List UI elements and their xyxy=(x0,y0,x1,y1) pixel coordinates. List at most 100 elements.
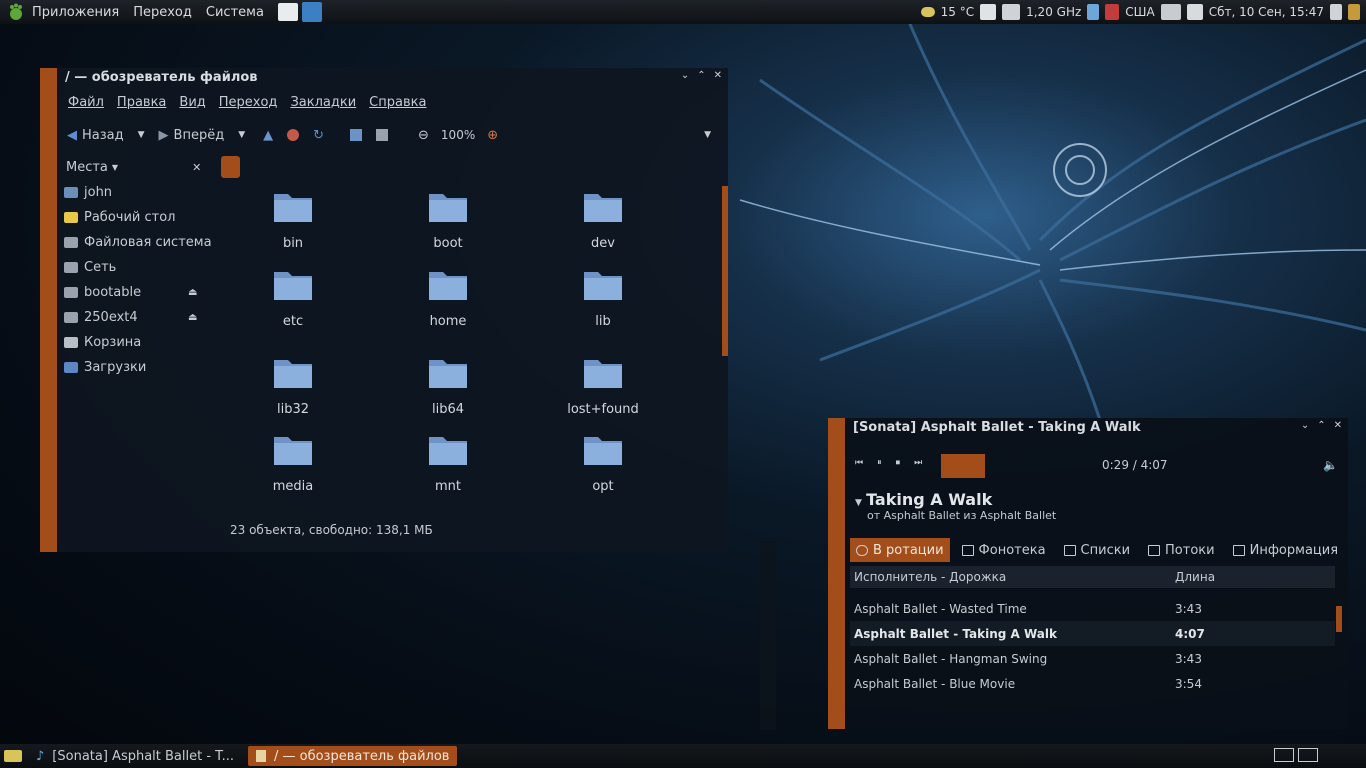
memory-monitor-icon[interactable] xyxy=(1002,4,1021,20)
menu-go[interactable]: Переход xyxy=(219,95,278,110)
sonata-tab[interactable]: Потоки xyxy=(1142,538,1221,562)
sidebar-item[interactable]: bootable ⏏ xyxy=(60,280,240,305)
system-menu[interactable]: Система xyxy=(206,5,264,20)
stop-icon[interactable]: ⏹ xyxy=(896,458,901,468)
workspace-1[interactable] xyxy=(1274,748,1294,762)
maximize-icon[interactable]: ⌃ xyxy=(1317,420,1325,431)
volume-icon[interactable]: 🔈 xyxy=(1323,458,1338,472)
folder-item[interactable]: lost+found xyxy=(558,354,648,417)
close-icon[interactable]: ✕ xyxy=(714,70,722,81)
update-notifier-icon[interactable] xyxy=(1105,4,1120,20)
minimize-icon[interactable]: ⌄ xyxy=(1301,420,1309,431)
column-length[interactable]: Длина xyxy=(1175,570,1215,584)
network-icon[interactable] xyxy=(1160,4,1181,20)
task-sonata[interactable]: ♪ [Sonata] Asphalt Ballet - T... xyxy=(28,746,242,766)
zoom-out-icon[interactable]: ⊖ xyxy=(418,128,429,143)
folder-item[interactable]: dev xyxy=(558,188,648,251)
eject-icon[interactable]: ⏏ xyxy=(188,287,197,298)
playlist-row[interactable]: Asphalt Ballet - Wasted Time 3:43 xyxy=(850,596,1335,621)
gnome-foot-icon[interactable] xyxy=(6,2,26,22)
menu-edit[interactable]: Правка xyxy=(117,95,166,110)
next-track-icon[interactable]: ⏭ xyxy=(914,458,922,468)
shutdown-icon[interactable] xyxy=(1348,4,1360,20)
weather-label[interactable]: 15 °C xyxy=(941,5,974,19)
menu-file[interactable]: Файл xyxy=(68,95,104,110)
sonata-tab[interactable]: Информация xyxy=(1227,538,1344,562)
column-track[interactable]: Исполнитель - Дорожка xyxy=(850,570,1175,584)
cpu-frequency[interactable]: 1,20 GHz xyxy=(1026,5,1081,19)
back-button[interactable]: ◀ Назад xyxy=(67,128,124,143)
sidebar-item[interactable]: Загрузки xyxy=(60,355,240,380)
zoom-in-icon[interactable]: ⊕ xyxy=(487,128,498,143)
up-arrow-icon[interactable]: ▲ xyxy=(263,128,273,143)
home-launcher-icon[interactable] xyxy=(277,3,298,21)
folder-item[interactable]: lib32 xyxy=(248,354,338,417)
sonata-tab[interactable]: Списки xyxy=(1058,538,1136,562)
places-menu[interactable]: Переход xyxy=(133,5,192,20)
settings-launcher-icon[interactable] xyxy=(301,2,322,22)
folder-item[interactable]: bin xyxy=(248,188,338,251)
mount-indicator-icon[interactable] xyxy=(221,156,240,178)
clock[interactable]: Сбт, 10 Сен, 15:47 xyxy=(1209,5,1324,19)
applications-menu[interactable]: Приложения xyxy=(32,5,119,20)
window-title[interactable]: / — обозреватель файлов xyxy=(57,68,728,86)
workspace-2[interactable] xyxy=(1298,748,1318,762)
scrollbar[interactable] xyxy=(722,186,728,356)
sidebar-item[interactable]: Рабочий стол xyxy=(60,205,240,230)
streams-icon xyxy=(1148,544,1161,556)
playlist-row[interactable]: Asphalt Ballet - Taking A Walk 4:07 xyxy=(850,621,1335,646)
computer-icon[interactable] xyxy=(376,129,389,141)
menu-help[interactable]: Справка xyxy=(369,95,426,110)
toolbar-overflow-icon[interactable]: ▼ xyxy=(704,130,711,140)
expander-icon[interactable]: ▼ xyxy=(855,498,862,508)
close-sidebar-icon[interactable]: ✕ xyxy=(192,161,201,174)
forward-history-dropdown-icon[interactable]: ▼ xyxy=(238,130,245,140)
back-label: Назад xyxy=(82,127,124,143)
playlist-partial-row xyxy=(850,588,1335,596)
pause-icon[interactable]: ⏸ xyxy=(877,458,882,468)
home-icon[interactable] xyxy=(350,129,363,141)
sonata-tab[interactable]: Фонотека xyxy=(956,538,1052,562)
folder-item[interactable]: boot xyxy=(403,188,493,251)
close-icon[interactable]: ✕ xyxy=(1334,420,1342,431)
playlist-row[interactable]: Asphalt Ballet - Hangman Swing 3:43 xyxy=(850,646,1335,671)
maximize-icon[interactable]: ⌃ xyxy=(697,70,705,81)
folder-item[interactable]: etc xyxy=(248,266,338,329)
task-file-manager[interactable]: / — обозреватель файлов xyxy=(247,746,458,766)
places-header[interactable]: Места ▼ ✕ xyxy=(60,154,240,180)
keyboard-layout[interactable]: США xyxy=(1125,5,1154,19)
folder-item[interactable]: opt xyxy=(558,431,648,494)
folder-item[interactable]: home xyxy=(403,266,493,329)
volume-icon[interactable] xyxy=(1330,4,1342,20)
folder-item[interactable]: lib64 xyxy=(403,354,493,417)
folder-item[interactable]: lib xyxy=(558,266,648,329)
folder-item[interactable]: mnt xyxy=(403,431,493,494)
system-tray: 15 °C 1,20 GHz США Сбт, 10 Сен, 15:47 xyxy=(920,0,1360,24)
show-desktop-icon[interactable] xyxy=(4,750,22,762)
folder-item[interactable]: media xyxy=(248,431,338,494)
progress-bar[interactable] xyxy=(941,454,985,478)
menu-bookmarks[interactable]: Закладки xyxy=(290,95,356,110)
back-history-dropdown-icon[interactable]: ▼ xyxy=(138,130,145,140)
forward-button[interactable]: ▶ Вперёд xyxy=(159,128,225,143)
sidebar-item[interactable]: Корзина xyxy=(60,330,240,355)
sidebar-item[interactable]: Файловая система xyxy=(60,230,240,255)
zoom-level[interactable]: 100% xyxy=(441,128,475,142)
sidebar-item[interactable]: john xyxy=(60,180,240,205)
minimize-icon[interactable]: ⌄ xyxy=(681,70,689,81)
reload-icon[interactable]: ↻ xyxy=(313,128,324,143)
eject-icon[interactable]: ⏏ xyxy=(188,312,197,323)
previous-track-icon[interactable]: ⏮ xyxy=(855,458,863,468)
calendar-icon[interactable] xyxy=(1186,4,1203,20)
playlist-scrollbar[interactable] xyxy=(1336,606,1342,632)
music-note-icon[interactable] xyxy=(1087,4,1100,20)
menu-view[interactable]: Вид xyxy=(179,95,205,110)
sonata-tab[interactable]: В ротации xyxy=(850,538,950,562)
sidebar-item[interactable]: Сеть xyxy=(60,255,240,280)
weather-icon[interactable] xyxy=(920,7,935,17)
sonata-title[interactable]: [Sonata] Asphalt Ballet - Taking A Walk xyxy=(845,418,1348,436)
cpu-freq-icon[interactable] xyxy=(980,4,997,20)
stop-icon[interactable] xyxy=(287,129,300,141)
playlist-row[interactable]: Asphalt Ballet - Blue Movie 3:54 xyxy=(850,671,1335,696)
sidebar-item[interactable]: 250ext4 ⏏ xyxy=(60,305,240,330)
